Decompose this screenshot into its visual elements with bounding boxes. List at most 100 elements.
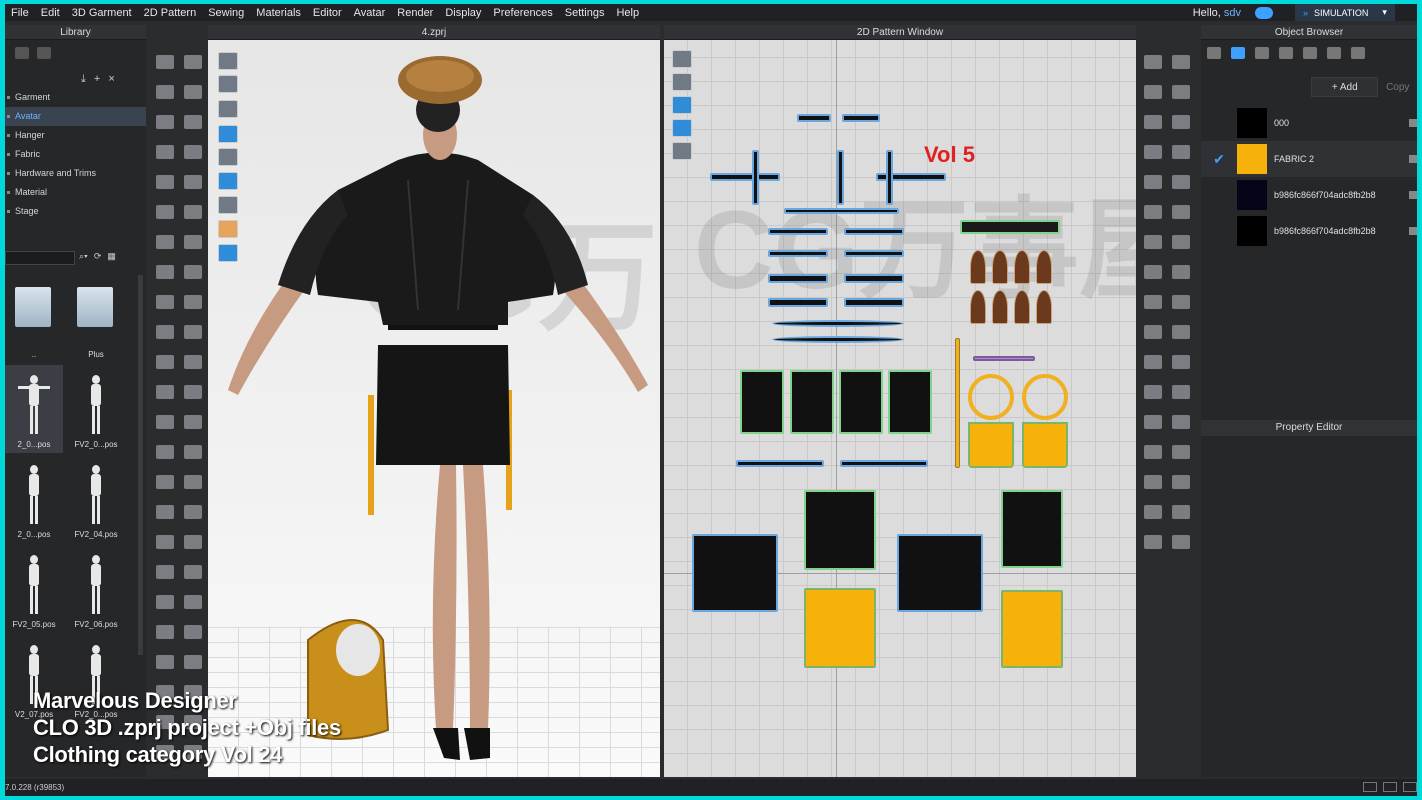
pattern-piece[interactable] (692, 534, 778, 612)
chevron-down-icon[interactable]: ▾ (1382, 7, 1387, 18)
tree-item-hardware[interactable]: Hardware and Trims (5, 164, 146, 183)
tool-icon[interactable] (184, 565, 202, 579)
menu-preferences[interactable]: Preferences (487, 7, 558, 19)
pattern-piece[interactable] (768, 274, 828, 283)
tool-icon[interactable] (184, 145, 202, 159)
pattern-piece[interactable] (1022, 422, 1068, 468)
tool-icon[interactable] (184, 175, 202, 189)
texture-tab-icon[interactable] (1255, 47, 1269, 59)
tool-icon[interactable] (1144, 415, 1162, 429)
menu-display[interactable]: Display (439, 7, 487, 19)
tool-icon[interactable] (1144, 475, 1162, 489)
tool-icon[interactable] (1172, 385, 1190, 399)
tool-icon[interactable] (184, 625, 202, 639)
tree-item-material[interactable]: Material (5, 183, 146, 202)
library-item-folder-up[interactable]: .. (5, 275, 63, 363)
tool-icon[interactable] (184, 205, 202, 219)
pattern-piece[interactable] (992, 290, 1008, 324)
tool-icon[interactable] (1144, 445, 1162, 459)
download-icon[interactable]: ⤓ (81, 73, 86, 86)
tool-icon[interactable] (156, 445, 174, 459)
tool-icon[interactable] (156, 115, 174, 129)
fabric-visibility-icon[interactable] (1409, 227, 1417, 235)
tool-icon[interactable] (1172, 205, 1190, 219)
tool-icon[interactable] (184, 505, 202, 519)
tool-icon[interactable] (1144, 205, 1162, 219)
library-home-icon[interactable] (15, 47, 29, 59)
tool-icon[interactable] (156, 655, 174, 669)
tool-icon[interactable] (1172, 535, 1190, 549)
tool-icon[interactable] (184, 475, 202, 489)
library-item-pose[interactable]: FV2_04.pos (67, 455, 125, 543)
pattern-piece[interactable] (844, 298, 904, 307)
copy-fabric-button[interactable]: Copy (1378, 77, 1417, 97)
pattern-piece[interactable] (973, 356, 1035, 361)
2d-pattern-viewport[interactable]: CG万事屋 Vol 5 (664, 40, 1189, 777)
topstitch-tab-icon[interactable] (1303, 47, 1317, 59)
pattern-piece[interactable] (768, 228, 828, 235)
tool-icon[interactable] (156, 325, 174, 339)
pattern-piece[interactable] (797, 114, 831, 122)
tool-icon[interactable] (1144, 295, 1162, 309)
pattern-tool-icon[interactable] (672, 119, 692, 137)
menu-settings[interactable]: Settings (559, 7, 611, 19)
library-item-pose[interactable]: 2_0...pos (5, 365, 63, 453)
library-bag-icon[interactable] (37, 47, 51, 59)
tool-icon[interactable] (184, 55, 202, 69)
view-3d-icon[interactable] (1383, 782, 1397, 792)
tool-icon[interactable] (1172, 265, 1190, 279)
pattern-piece[interactable] (1036, 290, 1052, 324)
pattern-piece[interactable] (886, 150, 893, 205)
tool-icon[interactable] (184, 325, 202, 339)
tool-icon[interactable] (1172, 295, 1190, 309)
pattern-piece[interactable] (968, 374, 1014, 420)
pattern-piece[interactable] (736, 460, 824, 467)
tool-icon[interactable] (1172, 475, 1190, 489)
menu-materials[interactable]: Materials (250, 7, 307, 19)
pattern-piece[interactable] (740, 370, 784, 434)
tool-icon[interactable] (1172, 55, 1190, 69)
info-icon[interactable] (672, 96, 692, 114)
tool-icon[interactable] (1172, 175, 1190, 189)
tool-icon[interactable] (184, 295, 202, 309)
tool-icon[interactable] (1144, 355, 1162, 369)
tool-icon[interactable] (156, 205, 174, 219)
pattern-piece[interactable] (955, 338, 960, 468)
pattern-piece[interactable] (960, 220, 1060, 234)
tool-icon[interactable] (184, 535, 202, 549)
simulation-button[interactable]: » SIMULATION ▾ (1295, 4, 1395, 21)
tool-icon[interactable] (184, 115, 202, 129)
tool-icon[interactable] (156, 175, 174, 189)
pattern-piece[interactable] (844, 274, 904, 283)
tool-icon[interactable] (1172, 355, 1190, 369)
fabric-row[interactable]: b986fc866f704adc8fb2b8 (1201, 213, 1417, 249)
tool-icon[interactable] (1144, 175, 1162, 189)
tool-icon[interactable] (1172, 505, 1190, 519)
pattern-piece[interactable] (992, 250, 1008, 284)
pattern-piece[interactable] (844, 228, 904, 235)
menu-avatar[interactable]: Avatar (348, 7, 392, 19)
menu-render[interactable]: Render (391, 7, 439, 19)
pattern-piece[interactable] (970, 290, 986, 324)
tree-item-avatar[interactable]: Avatar (5, 107, 146, 126)
fabric-tab-icon[interactable] (1231, 47, 1245, 59)
pattern-piece[interactable] (1014, 290, 1030, 324)
list-icon[interactable] (1207, 47, 1221, 59)
tool-icon[interactable] (156, 265, 174, 279)
library-item-pose[interactable]: FV2_0...pos (67, 365, 125, 453)
tool-icon[interactable] (156, 355, 174, 369)
tool-icon[interactable] (156, 565, 174, 579)
pattern-piece[interactable] (839, 370, 883, 434)
pattern-tool-icon[interactable] (672, 50, 692, 68)
menu-edit[interactable]: Edit (35, 7, 66, 19)
pattern-piece[interactable] (837, 150, 844, 205)
pattern-tool-icon[interactable] (672, 142, 692, 160)
tool-icon[interactable] (1144, 385, 1162, 399)
tool-icon[interactable] (1172, 115, 1190, 129)
close-icon[interactable]: × (108, 73, 114, 86)
tree-item-garment[interactable]: Garment (5, 88, 146, 107)
tool-icon[interactable] (184, 595, 202, 609)
tool-icon[interactable] (156, 505, 174, 519)
tool-icon[interactable] (156, 415, 174, 429)
tool-icon[interactable] (1172, 145, 1190, 159)
